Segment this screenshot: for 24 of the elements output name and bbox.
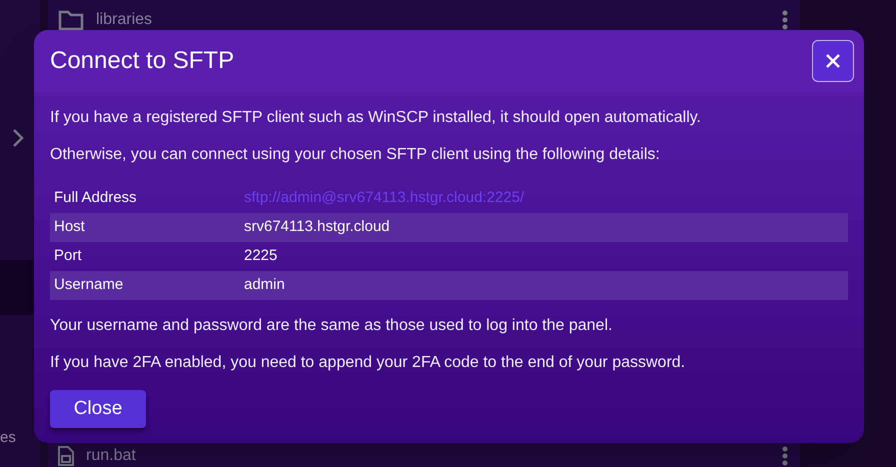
sidebar-label[interactable]: es bbox=[0, 426, 16, 449]
more-icon[interactable] bbox=[782, 10, 788, 30]
info-text: If you have 2FA enabled, you need to append your 2FA code to the end of your password. bbox=[50, 353, 686, 373]
close-button[interactable] bbox=[812, 40, 854, 82]
detail-label: Port bbox=[53, 246, 83, 266]
file-name: libraries bbox=[96, 12, 152, 28]
detail-value: admin bbox=[244, 275, 285, 296]
more-icon[interactable] bbox=[782, 446, 788, 466]
info-text: Your username and password are the same as those used to log into the panel. bbox=[50, 316, 614, 336]
file-name: run.bat bbox=[86, 448, 136, 464]
close-icon bbox=[825, 53, 841, 69]
chevron-right-icon[interactable] bbox=[12, 128, 24, 148]
detail-label: Host bbox=[53, 217, 86, 238]
dialog-title: Connect to SFTP bbox=[50, 46, 234, 76]
detail-label: Username bbox=[53, 275, 124, 296]
file-row[interactable]: run.bat bbox=[48, 431, 800, 467]
folder-icon bbox=[58, 8, 84, 30]
close-button[interactable]: Close bbox=[50, 390, 146, 428]
detail-value: srv674113.hstgr.cloud bbox=[244, 217, 390, 238]
info-text: Otherwise, you can connect using your chosen SFTP client using the following details: bbox=[50, 145, 661, 165]
detail-label: Full Address bbox=[53, 188, 138, 208]
info-text: If you have a registered SFTP client such as WinSCP installed, it should open automatically. bbox=[50, 108, 702, 128]
file-icon bbox=[58, 446, 74, 466]
detail-value: 2225 bbox=[244, 246, 278, 266]
